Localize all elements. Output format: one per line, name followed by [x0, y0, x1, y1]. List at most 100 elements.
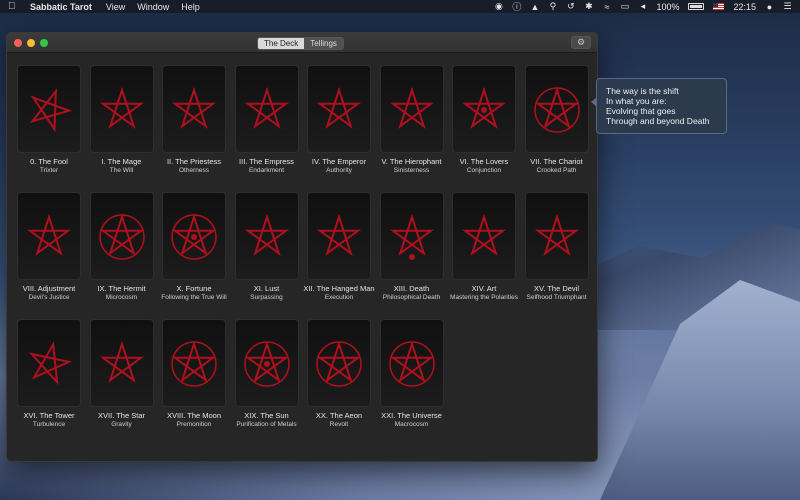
tarot-card[interactable]: III. The Empress Endarkment [234, 65, 299, 175]
eye-icon[interactable]: ◉ [494, 1, 503, 12]
card-image[interactable] [379, 65, 444, 153]
close-button[interactable] [14, 39, 22, 47]
history-icon[interactable]: ↺ [566, 1, 575, 12]
tarot-card[interactable]: XXI. The Universe Macrocosm [379, 319, 444, 429]
pentagram-icon [316, 86, 362, 129]
card-title: 0. The Fool [30, 157, 68, 166]
card-image[interactable] [89, 319, 154, 407]
card-image[interactable] [89, 65, 154, 153]
card-image[interactable] [234, 192, 299, 280]
tarot-card[interactable]: XX. The Aeon Revolt [307, 319, 371, 429]
card-image[interactable] [17, 319, 81, 407]
battery-percent[interactable]: 100% [656, 2, 679, 12]
tarot-card[interactable]: X. Fortune Following the True Will [161, 192, 227, 302]
popover-line: Evolving that goes [606, 106, 676, 116]
tab-tellings[interactable]: Tellings [304, 38, 343, 49]
pentagram-icon [461, 213, 507, 256]
card-image[interactable] [17, 65, 81, 153]
card-image[interactable] [162, 65, 226, 153]
tarot-card[interactable]: XIX. The Sun Purification of Metals [234, 319, 299, 429]
card-title: III. The Empress [239, 157, 294, 166]
menu-help[interactable]: Help [181, 2, 200, 12]
settings-button[interactable]: ⚙ [571, 36, 591, 49]
card-image[interactable] [379, 319, 444, 407]
card-image[interactable] [307, 319, 371, 407]
tarot-card[interactable]: VI. The Lovers Conjunction [452, 65, 516, 175]
minimize-button[interactable] [27, 39, 35, 47]
popover-line: In what you are: [606, 96, 667, 106]
tarot-card[interactable]: I. The Mage The Will [89, 65, 154, 175]
title-bar: The Deck Tellings ⚙ [7, 33, 597, 53]
card-image[interactable] [307, 192, 371, 280]
airplay-icon[interactable]: ▭ [620, 1, 630, 12]
tarot-card[interactable]: XVI. The Tower Turbulence [17, 319, 81, 429]
menu-bar:  Sabbatic Tarot View Window Help ◉ ⓘ ▲ … [0, 0, 800, 13]
tarot-card[interactable]: XI. Lust Surpassing [234, 192, 299, 302]
card-title: XII. The Hanged Man [303, 284, 375, 293]
pentagram-icon [171, 340, 217, 387]
pentagram-icon [534, 213, 579, 256]
card-title: X. Fortune [176, 284, 212, 293]
tarot-card[interactable]: XII. The Hanged Man Execution [303, 192, 375, 302]
menu-window[interactable]: Window [137, 2, 169, 12]
flag-icon[interactable] [713, 3, 725, 10]
tarot-card[interactable]: VII. The Chariot Crooked Path [524, 65, 589, 175]
pentagram-icon [316, 340, 362, 387]
tarot-card[interactable]: XIII. Death Philosophical Death [379, 192, 444, 302]
tarot-card[interactable]: XVII. The Star Gravity [89, 319, 154, 429]
info-icon[interactable]: ⓘ [512, 0, 521, 13]
window-controls [14, 39, 48, 47]
popover-line: Through and beyond Death [606, 116, 710, 126]
tarot-card[interactable]: XV. The Devil Selfhood Triumphant [524, 192, 589, 302]
user-icon[interactable]: ● [765, 2, 774, 12]
wifi-icon[interactable]: ≈ [602, 2, 611, 12]
card-image[interactable] [89, 192, 154, 280]
volume-icon[interactable]: ◂ [638, 1, 647, 12]
battery-icon[interactable] [688, 3, 705, 10]
pentagram-icon [244, 86, 289, 129]
main-window: The Deck Tellings ⚙ 0. The Fool Trixter I.… [6, 32, 598, 462]
card-title: XV. The Devil [533, 284, 580, 293]
card-image[interactable] [234, 65, 299, 153]
menu-app-name[interactable]: Sabbatic Tarot [30, 2, 92, 12]
card-title: XIX. The Sun [244, 411, 289, 420]
card-image[interactable] [234, 319, 299, 407]
card-title: VI. The Lovers [459, 157, 509, 166]
tarot-card[interactable]: 0. The Fool Trixter [17, 65, 81, 175]
tarot-card[interactable]: IX. The Hermit Microcosm [89, 192, 154, 302]
search-icon[interactable]: ⚲ [548, 1, 557, 12]
card-image[interactable] [162, 319, 226, 407]
shield-icon[interactable]: ▲ [530, 2, 539, 12]
card-subtitle: Crooked Path [536, 167, 577, 174]
view-switcher: The Deck Tellings [257, 37, 344, 50]
tarot-card[interactable]: XVIII. The Moon Premonition [162, 319, 226, 429]
tarot-card[interactable]: IV. The Emperor Authority [307, 65, 371, 175]
tab-the-deck[interactable]: The Deck [258, 38, 305, 49]
pentagram-icon [389, 213, 434, 260]
card-image[interactable] [162, 192, 226, 280]
card-image[interactable] [452, 192, 516, 280]
card-image[interactable] [524, 65, 589, 153]
card-image[interactable] [17, 192, 81, 280]
menu-view[interactable]: View [106, 2, 125, 12]
card-title: V. The Hierophant [381, 157, 442, 166]
card-image[interactable] [307, 65, 371, 153]
card-image[interactable] [452, 65, 516, 153]
tarot-card[interactable]: V. The Hierophant Sinisterness [379, 65, 444, 175]
apple-icon[interactable]:  [8, 1, 20, 12]
tarot-card[interactable]: II. The Priestess Otherness [162, 65, 226, 175]
pentagram-icon [389, 86, 434, 129]
card-image[interactable] [379, 192, 444, 280]
card-title: VII. The Chariot [530, 157, 583, 166]
card-subtitle: Macrocosm [394, 421, 429, 428]
card-title: XVIII. The Moon [166, 411, 222, 420]
list-icon[interactable]: ☰ [783, 1, 792, 12]
clock[interactable]: 22:15 [733, 2, 756, 12]
popover-line: The way is the shift [606, 86, 679, 96]
tarot-card[interactable]: XIV. Art Mastering the Polarities [450, 192, 518, 302]
bluetooth-icon[interactable]: ✱ [584, 1, 593, 12]
maximize-button[interactable] [40, 39, 48, 47]
card-image[interactable] [524, 192, 589, 280]
pentagram-icon [244, 213, 289, 256]
tarot-card[interactable]: VIII. Adjustment Devil's Justice [17, 192, 81, 302]
